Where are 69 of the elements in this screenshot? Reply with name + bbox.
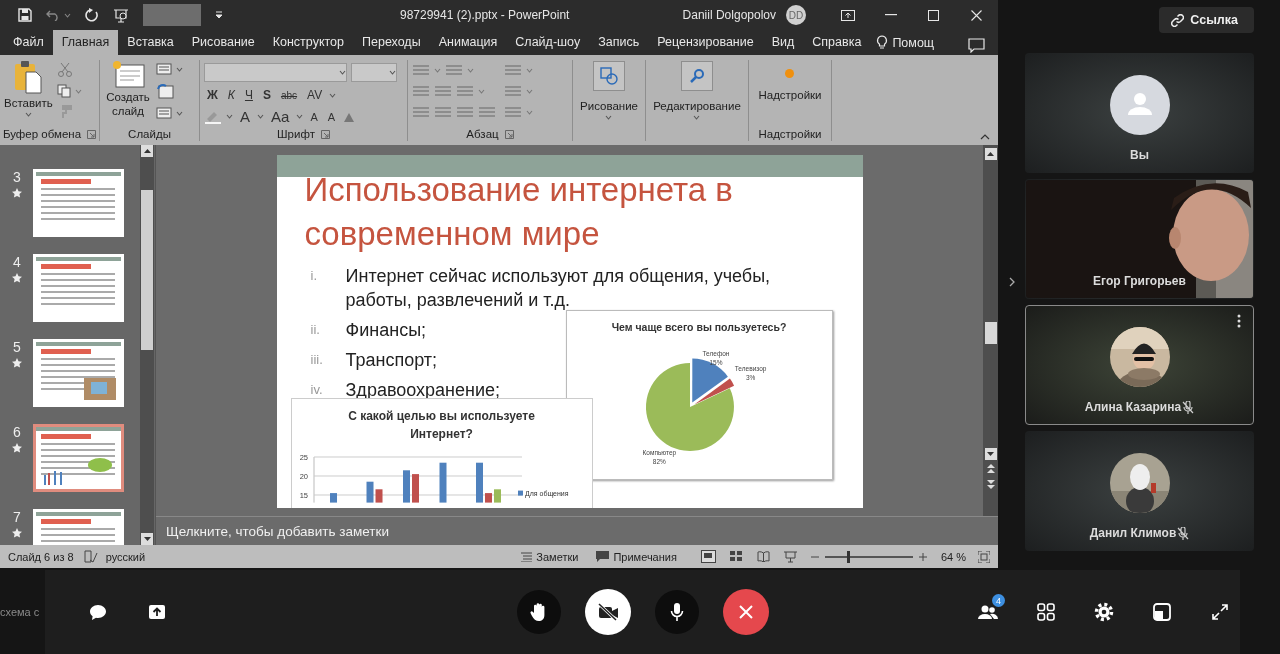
- chart-title: С какой целью вы используете Интернет?: [347, 408, 536, 443]
- ribbon-tab[interactable]: Рисование: [182, 30, 264, 55]
- ribbon-tab[interactable]: Главная: [52, 30, 119, 55]
- language-label[interactable]: русский: [105, 550, 146, 563]
- new-slide-button[interactable]: Создать слайд: [104, 60, 152, 118]
- chart-title: Чем чаще всего вы пользуетесь?: [611, 321, 786, 333]
- list-marker: iii.: [310, 351, 324, 369]
- group-label: Надстройки: [758, 128, 822, 140]
- participant-name: Вы: [1130, 148, 1149, 162]
- zoom-level[interactable]: 64 %: [940, 550, 966, 563]
- font-size-button[interactable]: A: [324, 110, 339, 123]
- list-item: Финансы;: [345, 319, 427, 342]
- editing-button[interactable]: Редактирование: [653, 61, 741, 120]
- font-format-button[interactable]: AV: [304, 88, 326, 102]
- font-format-button[interactable]: Ж: [204, 88, 221, 102]
- participant-count-badge: 4: [992, 594, 1005, 607]
- ribbon-tab[interactable]: Вставка: [118, 30, 183, 55]
- participant-name: Данил Климов: [1089, 526, 1177, 540]
- slide-number: 3: [13, 169, 21, 185]
- font-format-button[interactable]: Ч: [241, 88, 256, 102]
- font-format-button[interactable]: К: [224, 88, 238, 102]
- participant-tile[interactable]: Алина Казарина: [1025, 305, 1254, 425]
- window-title: 98729941 (2).pptx - PowerPoint: [400, 8, 571, 22]
- group-label: Слайды: [128, 128, 171, 140]
- notes-button[interactable]: Заметки: [521, 550, 579, 563]
- font-format-button[interactable]: S: [259, 88, 274, 102]
- list-item: Здравоохранение;: [345, 379, 501, 402]
- participant-name: Алина Казарина: [1084, 400, 1182, 414]
- ribbon-tab[interactable]: Файл: [4, 30, 53, 55]
- slide-number: 4: [13, 254, 21, 270]
- list-marker: ii.: [310, 321, 321, 339]
- slide-number: 6: [13, 424, 21, 440]
- list-marker: i.: [310, 267, 318, 285]
- addins-button[interactable]: Надстройки: [758, 60, 822, 102]
- list-item: Транспорт;: [345, 349, 438, 372]
- ribbon-tab[interactable]: Справка: [803, 30, 871, 55]
- list-item: Интернет сейчас используют для общения, учебы, работы, развлечений и т.д.: [345, 265, 772, 312]
- group-label: Шрифт: [277, 128, 315, 140]
- background-text: схема с: [0, 606, 41, 618]
- ribbon-tab[interactable]: Слайд-шоу: [506, 30, 590, 55]
- font-size-button[interactable]: Aa: [268, 108, 293, 125]
- drawing-button[interactable]: Рисование: [580, 61, 638, 120]
- list-marker: iv.: [310, 381, 324, 399]
- comments-button[interactable]: Примечания: [596, 550, 677, 563]
- slide-counter: Слайд 6 из 8: [8, 550, 74, 563]
- ribbon-tab[interactable]: Рецензирование: [648, 30, 763, 55]
- ribbon-tab[interactable]: Переходы: [353, 30, 430, 55]
- ribbon-tab[interactable]: Запись: [589, 30, 649, 55]
- notes-placeholder[interactable]: Щелкните, чтобы добавить заметки: [166, 523, 389, 539]
- help-search[interactable]: Помощ: [892, 35, 935, 50]
- slide-number: 5: [13, 339, 21, 355]
- participant-tile[interactable]: Данил Климов: [1025, 431, 1254, 551]
- ribbon-tab[interactable]: Анимация: [429, 30, 507, 55]
- paste-button[interactable]: Вставить: [4, 60, 53, 117]
- participant-tile[interactable]: Вы: [1025, 53, 1254, 173]
- user-avatar[interactable]: DD: [786, 5, 806, 25]
- font-size-button[interactable]: A: [307, 110, 321, 123]
- group-label: Буфер обмена: [2, 128, 82, 140]
- ribbon-tab[interactable]: Вид: [762, 30, 804, 55]
- participant-name: Егор Григорьев: [1093, 274, 1186, 288]
- user-name: Daniil Dolgopolov: [682, 8, 776, 22]
- link-button[interactable]: Ссылка: [1159, 7, 1254, 33]
- ribbon-tab[interactable]: Конструктор: [263, 30, 353, 55]
- participant-tile[interactable]: Егор Григорьев: [1025, 179, 1254, 299]
- group-label: Абзац: [466, 128, 499, 140]
- font-size-button[interactable]: A: [237, 108, 253, 125]
- slide-title: Использование интернета в современном мире: [304, 170, 734, 254]
- slide-number: 7: [13, 509, 21, 525]
- font-format-button[interactable]: abc: [277, 89, 301, 101]
